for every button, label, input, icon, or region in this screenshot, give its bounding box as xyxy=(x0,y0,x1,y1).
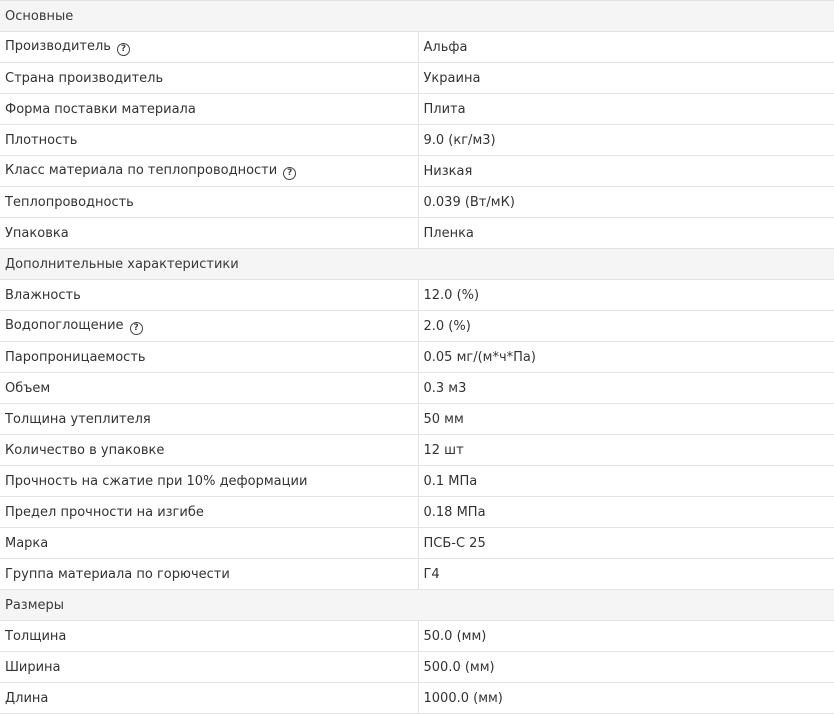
spec-value: 0.039 (Вт/мК) xyxy=(417,186,834,218)
spec-label-cell: Производитель? xyxy=(0,31,418,63)
spec-row: Класс материала по теплопроводности? Низк… xyxy=(0,155,834,187)
spec-label-cell: Марка xyxy=(0,527,418,559)
spec-label: Толщина xyxy=(5,628,67,644)
specs-table: Основные Производитель? Альфа Страна произв… xyxy=(0,0,834,714)
spec-label: Группа материала по горючести xyxy=(5,566,230,582)
section-title: Дополнительные характеристики xyxy=(0,248,834,280)
section-header-row: Размеры xyxy=(0,589,834,621)
spec-row: Теплопроводность 0.039 (Вт/мК) xyxy=(0,186,834,218)
spec-row: Паропроницаемость 0.05 мг/(м*ч*Па) xyxy=(0,341,834,373)
specs-table-body: Основные Производитель? Альфа Страна произв… xyxy=(0,0,834,714)
spec-label: Марка xyxy=(5,535,49,551)
spec-label: Количество в упаковке xyxy=(5,442,165,458)
spec-label-cell: Группа материала по горючести xyxy=(0,558,418,590)
help-icon[interactable]: ? xyxy=(129,321,143,335)
spec-label-cell: Класс материала по теплопроводности? xyxy=(0,155,418,187)
spec-label: Плотность xyxy=(5,132,78,148)
spec-value: 12 шт xyxy=(417,434,834,466)
spec-label-cell: Предел прочности на изгибе xyxy=(0,496,418,528)
spec-label: Теплопроводность xyxy=(5,194,134,210)
spec-value: 12.0 (%) xyxy=(417,279,834,311)
spec-row: Объем 0.3 м3 xyxy=(0,372,834,404)
spec-value: Г4 xyxy=(417,558,834,590)
spec-label-cell: Объем xyxy=(0,372,418,404)
spec-label: Производитель xyxy=(5,38,111,54)
spec-value: 0.1 МПа xyxy=(417,465,834,497)
help-icon[interactable]: ? xyxy=(283,166,297,180)
spec-value: 0.05 мг/(м*ч*Па) xyxy=(417,341,834,373)
spec-label: Толщина утеплителя xyxy=(5,411,151,427)
spec-label: Упаковка xyxy=(5,225,69,241)
spec-label-cell: Упаковка xyxy=(0,217,418,249)
spec-row: Длина 1000.0 (мм) xyxy=(0,682,834,714)
section-header-row: Основные xyxy=(0,0,834,32)
spec-row: Предел прочности на изгибе 0.18 МПа xyxy=(0,496,834,528)
spec-label-cell: Плотность xyxy=(0,124,418,156)
spec-value: Пленка xyxy=(417,217,834,249)
spec-row: Водопоглощение? 2.0 (%) xyxy=(0,310,834,342)
spec-label-cell: Водопоглощение? xyxy=(0,310,418,342)
spec-row: Упаковка Пленка xyxy=(0,217,834,249)
spec-label: Прочность на сжатие при 10% деформации xyxy=(5,473,308,489)
spec-label-cell: Длина xyxy=(0,682,418,714)
section-title: Основные xyxy=(0,0,834,32)
spec-row: Толщина 50.0 (мм) xyxy=(0,620,834,652)
spec-value: 2.0 (%) xyxy=(417,310,834,342)
spec-value: 50.0 (мм) xyxy=(417,620,834,652)
spec-label-cell: Ширина xyxy=(0,651,418,683)
section-title: Размеры xyxy=(0,589,834,621)
spec-value: 9.0 (кг/м3) xyxy=(417,124,834,156)
spec-label-cell: Форма поставки материала xyxy=(0,93,418,125)
spec-label: Форма поставки материала xyxy=(5,101,196,117)
spec-value: 1000.0 (мм) xyxy=(417,682,834,714)
spec-row: Марка ПСБ-С 25 xyxy=(0,527,834,559)
spec-row: Ширина 500.0 (мм) xyxy=(0,651,834,683)
spec-label: Длина xyxy=(5,690,49,706)
spec-label-cell: Влажность xyxy=(0,279,418,311)
spec-row: Производитель? Альфа xyxy=(0,31,834,63)
spec-value: 0.18 МПа xyxy=(417,496,834,528)
spec-label: Класс материала по теплопроводности xyxy=(5,162,278,178)
spec-value: 50 мм xyxy=(417,403,834,435)
spec-label-cell: Прочность на сжатие при 10% деформации xyxy=(0,465,418,497)
spec-label-cell: Теплопроводность xyxy=(0,186,418,218)
spec-label: Ширина xyxy=(5,659,61,675)
spec-label: Водопоглощение xyxy=(5,317,124,333)
spec-row: Количество в упаковке 12 шт xyxy=(0,434,834,466)
spec-value: Альфа xyxy=(417,31,834,63)
spec-value: 500.0 (мм) xyxy=(417,651,834,683)
spec-row: Страна производитель Украина xyxy=(0,62,834,94)
spec-value: Низкая xyxy=(417,155,834,187)
spec-row: Форма поставки материала Плита xyxy=(0,93,834,125)
spec-label-cell: Количество в упаковке xyxy=(0,434,418,466)
spec-label: Объем xyxy=(5,380,51,396)
spec-label-cell: Страна производитель xyxy=(0,62,418,94)
spec-row: Влажность 12.0 (%) xyxy=(0,279,834,311)
spec-row: Плотность 9.0 (кг/м3) xyxy=(0,124,834,156)
section-header-row: Дополнительные характеристики xyxy=(0,248,834,280)
spec-label: Влажность xyxy=(5,287,81,303)
spec-label: Страна производитель xyxy=(5,70,164,86)
spec-label-cell: Паропроницаемость xyxy=(0,341,418,373)
spec-value: Плита xyxy=(417,93,834,125)
spec-label: Предел прочности на изгибе xyxy=(5,504,204,520)
spec-value: 0.3 м3 xyxy=(417,372,834,404)
spec-row: Группа материала по горючести Г4 xyxy=(0,558,834,590)
spec-value: Украина xyxy=(417,62,834,94)
spec-label-cell: Толщина утеплителя xyxy=(0,403,418,435)
spec-label: Паропроницаемость xyxy=(5,349,146,365)
help-icon[interactable]: ? xyxy=(116,42,130,56)
spec-row: Толщина утеплителя 50 мм xyxy=(0,403,834,435)
spec-value: ПСБ-С 25 xyxy=(417,527,834,559)
spec-row: Прочность на сжатие при 10% деформации 0.… xyxy=(0,465,834,497)
spec-label-cell: Толщина xyxy=(0,620,418,652)
